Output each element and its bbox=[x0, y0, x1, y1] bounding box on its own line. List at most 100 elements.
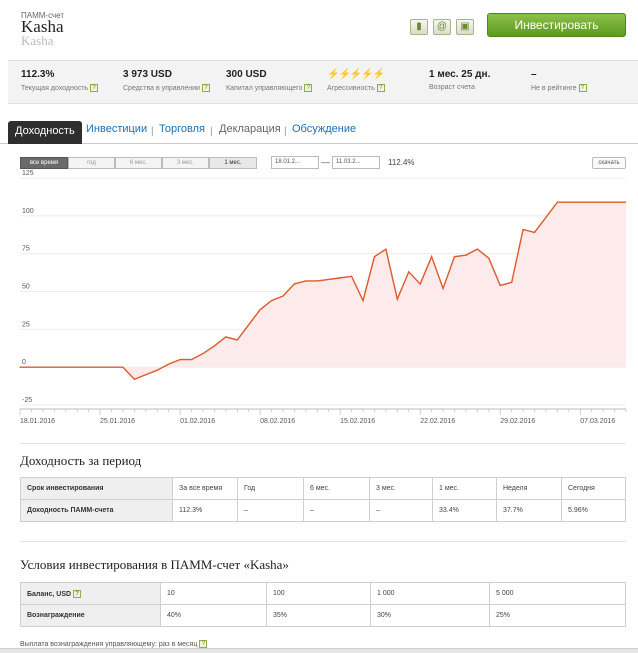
data-point bbox=[328, 278, 330, 280]
stat-funds-value: 3 973 USD bbox=[123, 69, 172, 80]
table-header-cell: 3 мес. bbox=[369, 477, 433, 500]
conditions-title: Условия инвестирования в ПАММ-счет «Kash… bbox=[20, 557, 289, 572]
data-point bbox=[350, 275, 353, 277]
data-point bbox=[522, 228, 524, 231]
period-3m-button[interactable]: 3 мес. bbox=[162, 157, 209, 169]
stat-aggression-label: Агрессивность bbox=[327, 84, 375, 92]
data-point bbox=[270, 299, 273, 302]
section-divider bbox=[20, 443, 626, 444]
data-point bbox=[385, 248, 387, 250]
date-from-input[interactable]: 18.01.2... bbox=[271, 156, 319, 169]
period-returns-table: Срок инвестирования За все время Год 6 м… bbox=[20, 477, 626, 522]
table-cell: 37.7% bbox=[496, 499, 562, 522]
data-point bbox=[488, 257, 490, 259]
table-cell: 112.3% bbox=[172, 499, 238, 522]
table-cell: 5.96% bbox=[561, 499, 626, 522]
table-cell: – bbox=[369, 499, 433, 522]
date-to-input[interactable]: 11.03.2... bbox=[332, 156, 380, 169]
table-header-cell: За все время bbox=[172, 477, 238, 500]
data-point bbox=[19, 366, 21, 368]
x-tick-label: 08.02.2016 bbox=[260, 418, 295, 425]
stat-return-value: 112.3% bbox=[21, 69, 55, 80]
table-cell: 10 bbox=[160, 582, 267, 605]
table-cell: 100 bbox=[266, 582, 371, 605]
help-icon[interactable]: ? bbox=[90, 84, 99, 92]
help-icon[interactable]: ? bbox=[199, 640, 208, 648]
data-point bbox=[122, 366, 124, 368]
table-cell: 40% bbox=[160, 604, 267, 627]
account-name-faded: Kasha bbox=[21, 33, 54, 48]
x-tick-label: 01.02.2016 bbox=[180, 418, 215, 425]
help-icon[interactable]: ? bbox=[376, 84, 385, 92]
invest-button[interactable]: Инвестировать средства bbox=[487, 13, 626, 54]
tab-discussion[interactable]: Обсуждение bbox=[292, 123, 356, 135]
period-returns-title: Доходность за период bbox=[20, 453, 142, 468]
horizontal-scrollbar[interactable] bbox=[0, 648, 638, 653]
x-tick-label: 29.02.2016 bbox=[500, 418, 535, 425]
help-icon[interactable]: ? bbox=[578, 84, 587, 92]
table-cell: 5 000 bbox=[489, 582, 626, 605]
x-tick-label: 07.03.2016 bbox=[580, 418, 615, 425]
tab-trading[interactable]: Торговля bbox=[159, 123, 205, 135]
data-point bbox=[396, 298, 398, 300]
stat-aggression: ⚡⚡⚡⚡⚡ Агрессивность? bbox=[327, 69, 385, 92]
stat-capital-label: Капитал управляющего bbox=[226, 84, 303, 92]
help-icon[interactable]: ? bbox=[304, 84, 313, 92]
data-point bbox=[373, 256, 376, 258]
data-point bbox=[533, 231, 536, 234]
y-tick-label: 100 bbox=[22, 208, 34, 215]
period-6m-button[interactable]: 6 мес. bbox=[115, 157, 162, 169]
tab-declaration[interactable]: Декларация bbox=[219, 123, 281, 135]
data-point bbox=[545, 216, 547, 218]
data-point bbox=[213, 345, 215, 347]
download-button[interactable]: скачать bbox=[592, 157, 626, 169]
x-tick-label: 15.02.2016 bbox=[340, 418, 375, 425]
bookmark-icon[interactable]: ▮ bbox=[410, 19, 428, 35]
table-cell: 33.4% bbox=[432, 499, 497, 522]
period-all-button[interactable]: все время bbox=[20, 157, 68, 169]
table-header-cell: Год bbox=[237, 477, 304, 500]
table-cell: – bbox=[303, 499, 370, 522]
data-point bbox=[259, 309, 261, 311]
stat-rating: – Не в рейтинге? bbox=[531, 69, 587, 92]
briefcase-icon[interactable]: ▣ bbox=[456, 19, 474, 35]
stat-rating-value: – bbox=[531, 69, 537, 80]
table-header-cell: 6 мес. bbox=[303, 477, 370, 500]
date-range-dash: — bbox=[321, 157, 330, 167]
table-row: Вознаграждение 40% 35% 30% 25% bbox=[20, 604, 626, 627]
data-point bbox=[179, 359, 181, 361]
period-1m-button[interactable]: 1 мес. bbox=[209, 157, 257, 169]
y-tick-label: 25 bbox=[22, 321, 30, 328]
table-header-cell: Сегодня bbox=[561, 477, 626, 500]
help-icon[interactable]: ? bbox=[73, 589, 82, 598]
stat-capital: 300 USD Капитал управляющего? bbox=[226, 69, 313, 92]
stat-funds-label: Средства в управлении bbox=[123, 84, 200, 92]
stat-funds: 3 973 USD Средства в управлении? bbox=[123, 69, 210, 92]
data-point bbox=[156, 369, 158, 371]
y-tick-label: -25 bbox=[22, 397, 32, 404]
table-cell: – bbox=[237, 499, 304, 522]
data-point bbox=[419, 283, 421, 285]
data-point bbox=[408, 271, 410, 273]
data-point bbox=[339, 277, 341, 279]
range-return-value: 112.4% bbox=[388, 158, 415, 167]
returns-area bbox=[20, 202, 626, 380]
stat-age-value: 1 мес. 25 дн. bbox=[429, 69, 491, 80]
tab-returns[interactable]: Доходность bbox=[8, 121, 82, 144]
conditions-table: Баланс, USD? 10 100 1 000 5 000 Вознагра… bbox=[20, 582, 626, 627]
data-point bbox=[453, 256, 456, 258]
period-year-button[interactable]: год bbox=[68, 157, 115, 169]
stat-age: 1 мес. 25 дн. Возраст счета bbox=[429, 69, 490, 91]
y-tick-label: 0 bbox=[22, 359, 26, 366]
data-point bbox=[282, 295, 284, 297]
stat-return: 112.3% Текущая доходность? bbox=[21, 69, 99, 92]
tab-investments[interactable]: Инвестиции bbox=[86, 123, 147, 135]
account-tabs: Доходность Инвестиции | Торговля | Декла… bbox=[0, 121, 638, 144]
x-tick-label: 18.01.2016 bbox=[20, 418, 55, 425]
data-point bbox=[511, 281, 513, 284]
at-icon[interactable]: @ bbox=[433, 19, 451, 35]
table-row: Доходность ПАММ-счета 112.3% – – – 33.4%… bbox=[20, 499, 626, 522]
y-tick-label: 75 bbox=[22, 246, 30, 253]
help-icon[interactable]: ? bbox=[201, 84, 210, 92]
reward-payout-note: Выплата вознаграждения управляющему: раз… bbox=[20, 640, 208, 648]
